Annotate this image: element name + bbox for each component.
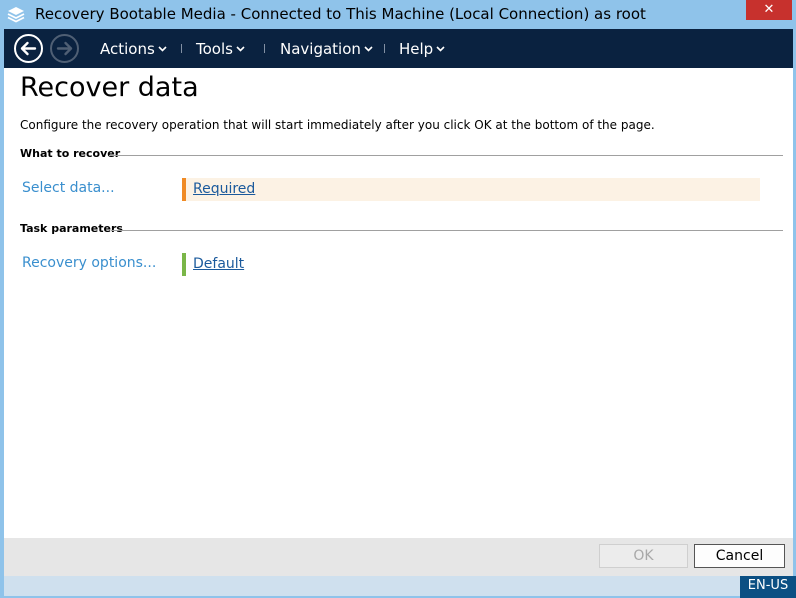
menu-separator bbox=[384, 44, 385, 53]
back-arrow-icon bbox=[20, 41, 37, 56]
chevron-down-icon bbox=[436, 46, 445, 52]
select-data-link[interactable]: Select data... bbox=[22, 180, 115, 196]
menu-tools[interactable]: Tools bbox=[196, 40, 245, 58]
menu-navigation-label: Navigation bbox=[280, 40, 361, 58]
page-title: Recover data bbox=[20, 72, 199, 103]
menu-help-label: Help bbox=[399, 40, 434, 58]
recovery-options-link[interactable]: Recovery options... bbox=[22, 255, 156, 271]
menu-actions-label: Actions bbox=[100, 40, 155, 58]
forward-button[interactable] bbox=[50, 34, 79, 63]
recovery-options-value-row: Default bbox=[182, 253, 382, 276]
section-divider bbox=[109, 155, 783, 156]
status-indicator-required bbox=[182, 178, 186, 201]
chevron-down-icon bbox=[236, 46, 245, 52]
menu-actions[interactable]: Actions bbox=[100, 40, 167, 58]
status-bar bbox=[4, 576, 740, 596]
section-title-task-parameters: Task parameters bbox=[20, 222, 123, 235]
menu-tools-label: Tools bbox=[196, 40, 233, 58]
footer-bar: OK Cancel bbox=[4, 538, 793, 576]
layers-icon bbox=[7, 7, 25, 23]
menu-bar: Actions Tools Navigation Help bbox=[4, 29, 793, 68]
select-data-value-row: Required bbox=[182, 178, 760, 201]
ok-button[interactable]: OK bbox=[599, 544, 688, 568]
chevron-down-icon bbox=[364, 46, 373, 52]
page-description: Configure the recovery operation that wi… bbox=[20, 118, 655, 132]
cancel-button[interactable]: Cancel bbox=[694, 544, 785, 568]
language-indicator[interactable]: EN-US bbox=[740, 576, 796, 598]
window-title: Recovery Bootable Media - Connected to T… bbox=[35, 5, 646, 23]
status-indicator-default bbox=[182, 253, 186, 276]
close-button[interactable]: ✕ bbox=[746, 0, 792, 20]
menu-navigation[interactable]: Navigation bbox=[280, 40, 373, 58]
forward-arrow-icon bbox=[56, 41, 73, 56]
menu-separator bbox=[264, 44, 265, 53]
required-link[interactable]: Required bbox=[193, 181, 255, 197]
default-link[interactable]: Default bbox=[193, 256, 244, 272]
back-button[interactable] bbox=[14, 34, 43, 63]
menu-help[interactable]: Help bbox=[399, 40, 445, 58]
section-title-what-to-recover: What to recover bbox=[20, 147, 121, 160]
title-bar: Recovery Bootable Media - Connected to T… bbox=[0, 0, 796, 29]
section-divider bbox=[111, 230, 783, 231]
menu-separator bbox=[181, 44, 182, 53]
chevron-down-icon bbox=[158, 46, 167, 52]
close-icon: ✕ bbox=[763, 2, 775, 17]
content-pane: Recover data Configure the recovery oper… bbox=[4, 68, 793, 538]
